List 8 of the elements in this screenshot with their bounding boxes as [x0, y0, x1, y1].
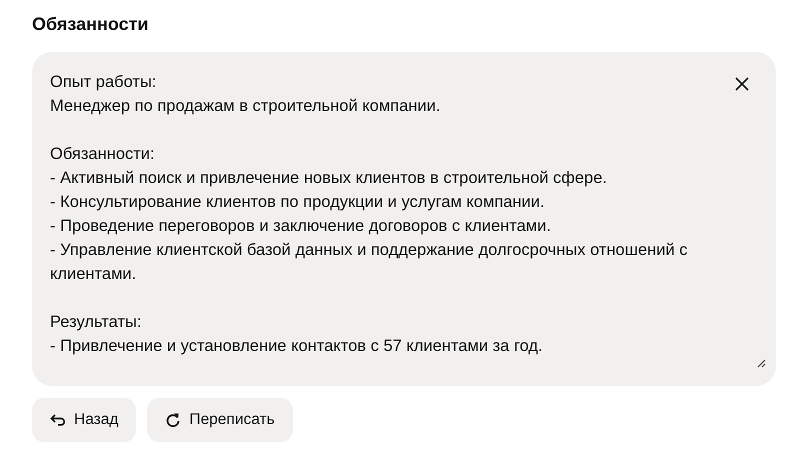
resize-handle-icon[interactable] [757, 359, 766, 368]
section-heading: Обязанности [32, 14, 148, 35]
close-icon[interactable] [734, 76, 750, 92]
refresh-icon [165, 411, 182, 429]
text-area[interactable]: Опыт работы: Менеджер по продажам в строительной компании. Обязанности: - Активный поиск и привлечение новых клиентов в строительной сфере. - Консультирование клиентов по продукции и услугам компании. - Проведение переговоров и заключение договоров с клиентами. - Управление клиентской базой данных и поддержание долгосрочных отношений с клиентами. Результаты: - Привлечение и установление контактов с 57 клиентами за год. [32, 52, 776, 386]
rewrite-button[interactable]: Переписать [147, 398, 293, 442]
back-button[interactable]: Назад [32, 398, 136, 442]
undo-arrow-icon [50, 414, 66, 426]
